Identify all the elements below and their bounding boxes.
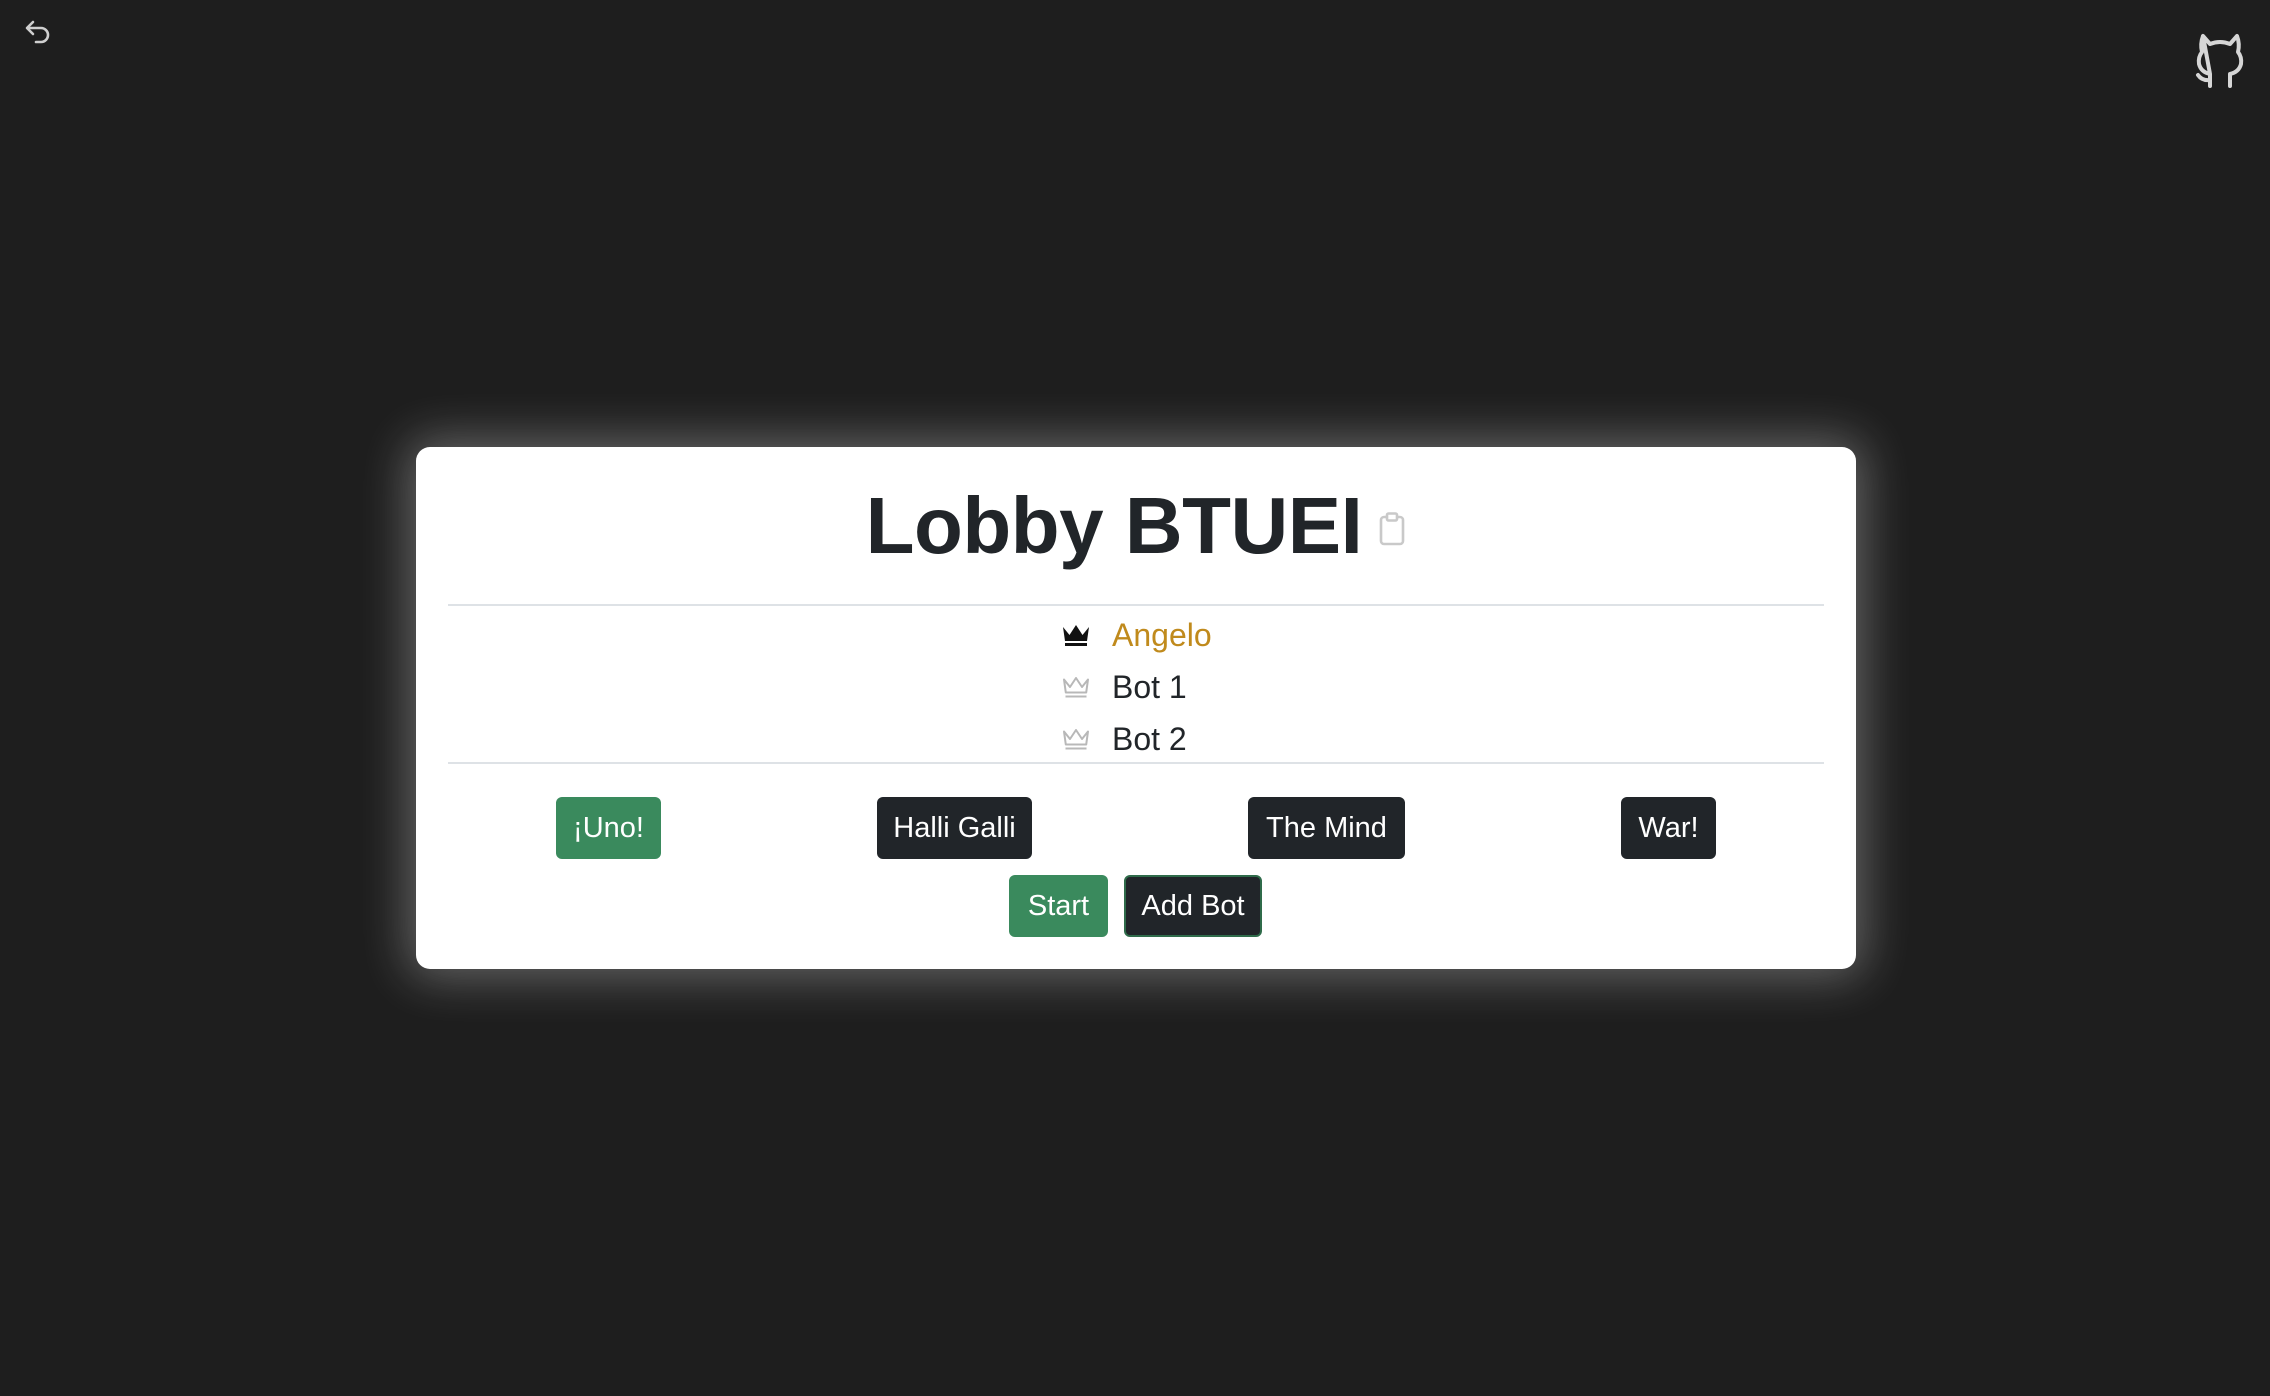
add-bot-button[interactable]: Add Bot — [1124, 875, 1262, 937]
game-button-halli-galli[interactable]: Halli Galli — [877, 797, 1032, 859]
player-name: Bot 1 — [1112, 668, 1187, 705]
player-list: Angelo Bot 1 Bot 2 — [416, 609, 1856, 759]
player-item: Bot 2 — [1058, 713, 1187, 765]
game-button-uno[interactable]: ¡Uno! — [556, 797, 661, 859]
back-button[interactable] — [18, 14, 58, 54]
player-name: Angelo — [1112, 616, 1212, 653]
lobby-title: Lobby BTUEI — [865, 481, 1363, 570]
game-button-war[interactable]: War! — [1621, 797, 1716, 859]
crown-outline-icon[interactable] — [1058, 723, 1094, 755]
lobby-card: Lobby BTUEI Angelo Bot 1 Bot 2 ¡Uno! Hal… — [416, 447, 1856, 969]
divider-bottom — [448, 762, 1824, 764]
crown-filled-icon — [1058, 619, 1094, 651]
lobby-header: Lobby BTUEI — [416, 447, 1856, 605]
clipboard-icon[interactable] — [1378, 512, 1406, 546]
divider-top — [448, 604, 1824, 606]
github-octocat-icon — [2193, 30, 2247, 95]
crown-outline-icon[interactable] — [1058, 671, 1094, 703]
player-item: Bot 1 — [1058, 661, 1187, 713]
player-name: Bot 2 — [1112, 720, 1187, 757]
player-item: Angelo — [1058, 609, 1212, 661]
game-button-the-mind[interactable]: The Mind — [1248, 797, 1405, 859]
start-button[interactable]: Start — [1009, 875, 1108, 937]
undo-arrow-icon — [23, 17, 53, 52]
github-link[interactable] — [2190, 30, 2250, 94]
